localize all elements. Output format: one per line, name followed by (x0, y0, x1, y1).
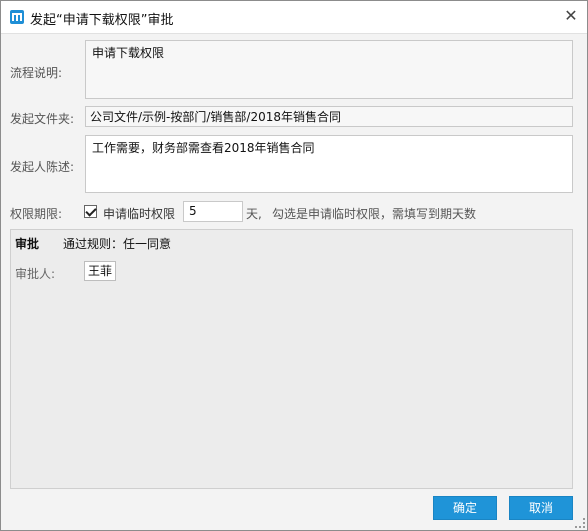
days-input[interactable]: 5 (183, 201, 243, 222)
folder-field: 公司文件/示例-按部门/销售部/2018年销售合同 (85, 106, 573, 127)
process-desc-field: 申请下载权限 (85, 40, 573, 99)
approval-dialog: 发起“申请下载权限”审批 ✕ 流程说明: 申请下载权限 发起文件夹: 公司文件/… (0, 0, 588, 531)
close-button[interactable]: ✕ (561, 6, 581, 26)
confirm-button[interactable]: 确定 (433, 496, 497, 520)
approver-chip[interactable]: 王菲 (84, 261, 117, 281)
approval-header: 审批 (15, 237, 40, 251)
temp-permission-hint: 勾选是申请临时权限，需填写到期天数 (272, 207, 477, 221)
approval-rule: 通过规则：任一同意 (63, 237, 172, 251)
dialog-title: 发起“申请下载权限”审批 (30, 13, 174, 28)
temp-permission-label[interactable]: 申请临时权限 (103, 205, 175, 222)
statement-textarea[interactable]: 工作需要，财务部需查看2018年销售合同 (85, 135, 573, 193)
title-bar: 发起“申请下载权限”审批 ✕ (1, 1, 587, 34)
temp-permission-checkbox[interactable] (84, 205, 97, 218)
app-logo-icon (10, 10, 24, 24)
period-label: 权限期限: (10, 207, 63, 221)
folder-label: 发起文件夹: (10, 112, 75, 126)
approval-panel: 审批 通过规则：任一同意 审批人: 王菲 (10, 229, 573, 489)
days-unit: 天, (246, 207, 262, 221)
statement-label: 发起人陈述: (10, 160, 75, 174)
approver-label: 审批人: (15, 267, 56, 281)
checkmark-icon (85, 205, 97, 217)
process-desc-label: 流程说明: (10, 66, 63, 80)
cancel-button[interactable]: 取消 (509, 496, 573, 520)
resize-grip-icon[interactable] (575, 518, 585, 528)
